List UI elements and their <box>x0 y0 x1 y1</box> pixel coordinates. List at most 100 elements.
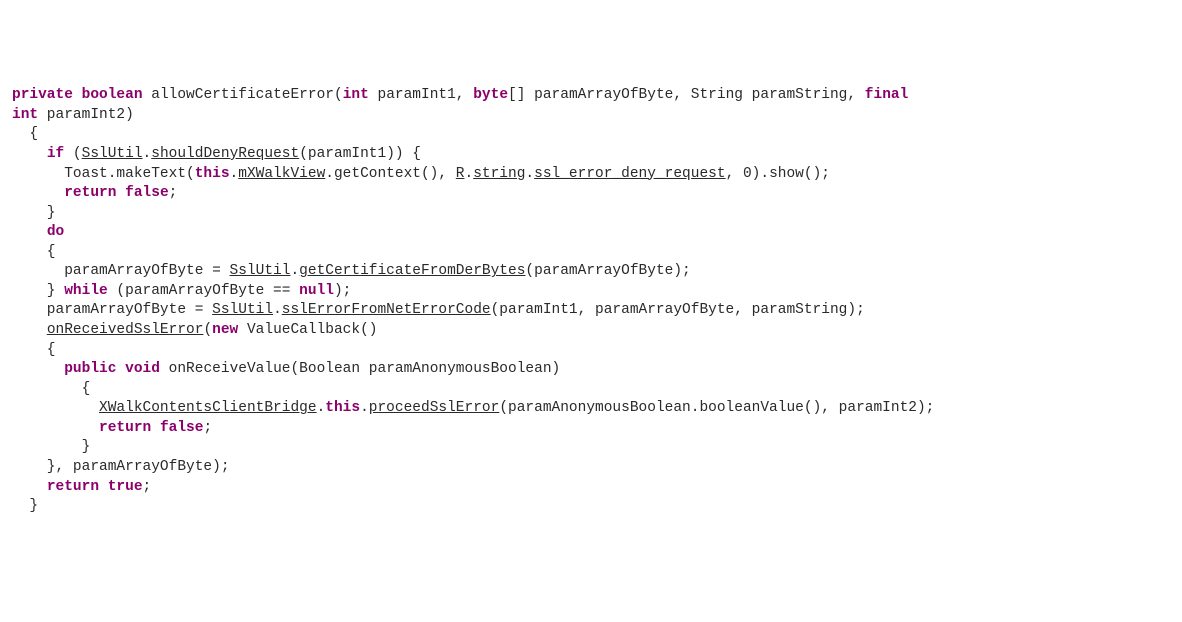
text: . <box>525 166 534 182</box>
code-line-19: } <box>12 438 1174 458</box>
indent <box>12 400 99 416</box>
keyword-private: private <box>12 87 73 103</box>
text <box>116 361 125 377</box>
code-line-15: public void onReceiveValue(Boolean param… <box>12 360 1174 380</box>
text: [] paramArrayOfByte, String paramString, <box>508 87 865 103</box>
type-sslutil: SslUtil <box>212 302 273 318</box>
text <box>99 479 108 495</box>
type-sslutil: SslUtil <box>82 146 143 162</box>
keyword-false: false <box>125 185 169 201</box>
method-getcert: getCertificateFromDerBytes <box>299 263 525 279</box>
method-sslerrorfromnet: sslErrorFromNetErrorCode <box>282 302 491 318</box>
text: paramInt1, <box>369 87 473 103</box>
text: ; <box>169 185 178 201</box>
type-xwalkbridge: XWalkContentsClientBridge <box>99 400 317 416</box>
text: . <box>290 263 299 279</box>
text: .getContext(), <box>325 166 456 182</box>
keyword-new: new <box>212 322 238 338</box>
text: (paramAnonymousBoolean.booleanValue(), p… <box>499 400 934 416</box>
type-sslutil: SslUtil <box>230 263 291 279</box>
type-r: R <box>456 166 465 182</box>
code-line-1: private boolean allowCertificateError(in… <box>12 86 1174 106</box>
keyword-this: this <box>325 400 360 416</box>
text: (paramInt1, paramArrayOfByte, paramStrin… <box>491 302 865 318</box>
code-line-17: XWalkContentsClientBridge.this.proceedSs… <box>12 399 1174 419</box>
code-line-18: return false; <box>12 419 1174 439</box>
method-shoulddenyrequest: shouldDenyRequest <box>151 146 299 162</box>
text: (paramArrayOfByte); <box>525 263 690 279</box>
code-line-8: do <box>12 223 1174 243</box>
keyword-false: false <box>160 420 204 436</box>
indent <box>12 146 47 162</box>
code-line-7: } <box>12 204 1174 224</box>
text: paramArrayOfByte = <box>12 302 212 318</box>
method-onreceivedsslerror: onReceivedSslError <box>47 322 204 338</box>
keyword-return: return <box>64 185 116 201</box>
text: ( <box>64 146 81 162</box>
indent <box>12 420 99 436</box>
keyword-if: if <box>47 146 64 162</box>
text: . <box>465 166 474 182</box>
text: allowCertificateError( <box>143 87 343 103</box>
code-line-2: int paramInt2) <box>12 106 1174 126</box>
code-line-14: { <box>12 341 1174 361</box>
indent <box>12 479 47 495</box>
code-line-16: { <box>12 380 1174 400</box>
keyword-public: public <box>64 361 116 377</box>
keyword-while: while <box>64 283 108 299</box>
keyword-int: int <box>343 87 369 103</box>
field-mxwalkview: mXWalkView <box>238 166 325 182</box>
keyword-void: void <box>125 361 160 377</box>
code-line-3: { <box>12 125 1174 145</box>
type-string: string <box>473 166 525 182</box>
indent <box>12 361 64 377</box>
code-line-9: { <box>12 243 1174 263</box>
keyword-do: do <box>47 224 64 240</box>
ref-sslerror: ssl_error_deny_request <box>534 166 725 182</box>
keyword-return: return <box>99 420 151 436</box>
text: } <box>12 283 64 299</box>
text: . <box>230 166 239 182</box>
text: ValueCallback() <box>238 322 377 338</box>
text <box>151 420 160 436</box>
text: . <box>143 146 152 162</box>
text: ; <box>143 479 152 495</box>
text: Toast.makeText( <box>12 166 195 182</box>
code-line-6: return false; <box>12 184 1174 204</box>
code-line-10: paramArrayOfByte = SslUtil.getCertificat… <box>12 262 1174 282</box>
keyword-int: int <box>12 107 38 123</box>
keyword-true: true <box>108 479 143 495</box>
text: . <box>273 302 282 318</box>
code-line-20: }, paramArrayOfByte); <box>12 458 1174 478</box>
code-line-21: return true; <box>12 478 1174 498</box>
keyword-final: final <box>865 87 909 103</box>
code-line-11: } while (paramArrayOfByte == null); <box>12 282 1174 302</box>
keyword-boolean: boolean <box>82 87 143 103</box>
code-line-4: if (SslUtil.shouldDenyRequest(paramInt1)… <box>12 145 1174 165</box>
code-line-22: } <box>12 497 1174 517</box>
keyword-this: this <box>195 166 230 182</box>
indent <box>12 185 64 201</box>
keyword-return: return <box>47 479 99 495</box>
indent <box>12 224 47 240</box>
code-line-5: Toast.makeText(this.mXWalkView.getContex… <box>12 165 1174 185</box>
code-line-12: paramArrayOfByte = SslUtil.sslErrorFromN… <box>12 301 1174 321</box>
text: paramArrayOfByte = <box>12 263 230 279</box>
text: ( <box>203 322 212 338</box>
text: . <box>360 400 369 416</box>
text: paramInt2) <box>38 107 134 123</box>
text: onReceiveValue(Boolean paramAnonymousBoo… <box>160 361 560 377</box>
indent <box>12 322 47 338</box>
text: (paramArrayOfByte == <box>108 283 299 299</box>
method-proceedsslerror: proceedSslError <box>369 400 500 416</box>
text: . <box>317 400 326 416</box>
keyword-byte: byte <box>473 87 508 103</box>
keyword-null: null <box>299 283 334 299</box>
text: ); <box>334 283 351 299</box>
code-block: private boolean allowCertificateError(in… <box>12 86 1174 516</box>
text <box>116 185 125 201</box>
text: , 0).show(); <box>726 166 830 182</box>
text: ; <box>203 420 212 436</box>
code-line-13: onReceivedSslError(new ValueCallback() <box>12 321 1174 341</box>
text: (paramInt1)) { <box>299 146 421 162</box>
